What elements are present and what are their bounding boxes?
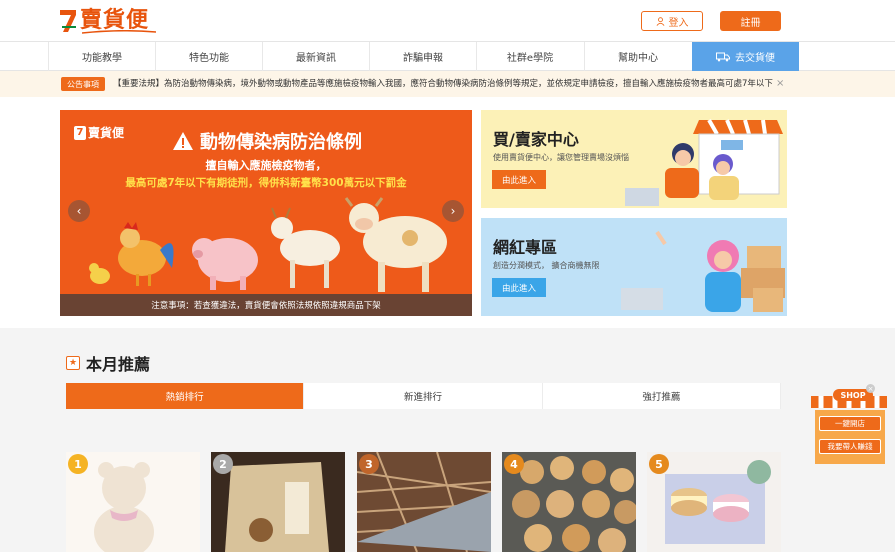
announcement-bar: 公告事項 【重要法規】為防治動物傳染病，境外動物或動物產品等應施檢疫物輸入我國，… [0,71,895,97]
nav-item-help-center[interactable]: 幫助中心 [584,42,691,71]
influencer-desc: 創造分潤模式， 擴合商機無限 [493,261,600,270]
seller-center-desc: 使用賣貨便中心，讓您管理賣場沒煩惱 [493,153,629,162]
recommend-tabs: 熱銷排行 新進排行 強打推薦 [66,383,781,409]
product-card[interactable]: 4 [502,452,636,552]
influencer-illustration [621,230,785,312]
nav-item-fraud-report[interactable]: 詐騙申報 [369,42,476,71]
referral-button[interactable]: 我要帶人賺錢 [819,439,881,454]
tab-hot-sales[interactable]: 熱銷排行 [66,383,305,409]
banner-prev-button[interactable]: ‹ [68,200,90,222]
product-card[interactable]: 5 [647,452,781,552]
truck-icon [716,52,730,61]
rank-badge: 1 [68,454,88,474]
login-button[interactable]: 登入 [641,11,703,31]
product-card[interactable]: 3 [357,452,491,552]
login-label: 登入 [668,17,689,29]
recommend-heading: ★ 本月推薦 [66,351,150,375]
rank-badge: 2 [213,454,233,474]
banner-title-text: 動物傳染病防治條例 [200,132,362,153]
seller-center-title: 買/賣家中心 [493,130,579,149]
product-card[interactable]: 1 [66,452,200,552]
influencer-title: 網紅專區 [493,238,558,257]
banner-logo: 7 賣貨便 [74,124,124,141]
seller-center-enter-button[interactable]: 由此進入 [492,170,546,189]
recommend-title: 本月推薦 [86,355,151,374]
banner-next-button[interactable]: › [442,200,464,222]
banner-logo-text: 賣貨便 [88,126,125,140]
nav-item-tutorial[interactable]: 功能教學 [48,42,155,71]
influencer-card[interactable]: 網紅專區 創造分潤模式， 擴合商機無限 由此進入 [481,218,787,316]
tab-new-arrivals[interactable]: 新進排行 [304,383,543,409]
banner-title: 動物傳染病防治條例 [172,128,362,154]
seven-eleven-logo-icon [60,10,76,32]
logo-swoosh-icon [82,30,156,34]
rank-badge: 5 [649,454,669,474]
warning-icon [173,132,193,150]
rank-badge: 4 [504,454,524,474]
announcement-text[interactable]: 【重要法規】為防治動物傳染病，境外動物或動物產品等應施檢疫物輸入我國，應符合動物… [113,77,773,91]
site-logo[interactable]: 賣貨便 [58,8,158,34]
seven-eleven-mini-icon: 7 [74,125,86,140]
site-header: 賣貨便 登入 註冊 [0,0,895,42]
hero-banner[interactable]: 7 賣貨便 動物傳染病防治條例 擅自輸入應施檢疫物者， 最高可處7年以下有期徒刑… [60,110,472,316]
open-shop-button[interactable]: 一鍵開店 [819,416,881,431]
shop-close-icon[interactable]: × [866,384,875,393]
register-button[interactable]: 註冊 [720,11,781,31]
seller-center-card[interactable]: 買/賣家中心 使用賣貨便中心，讓您管理賣場沒煩惱 由此進入 [481,110,787,208]
nav-item-features[interactable]: 特色功能 [155,42,262,71]
rank-badge: 3 [359,454,379,474]
influencer-enter-button[interactable]: 由此進入 [492,278,546,297]
nav-item-news[interactable]: 最新資訊 [262,42,369,71]
nav-item-academy[interactable]: 社群e學院 [476,42,583,71]
star-icon: ★ [66,356,80,370]
banner-note: 注意事項：若查獲違法，賣貨便會依照法規依照違規商品下架 [60,294,472,316]
tab-featured[interactable]: 強打推薦 [543,383,781,409]
user-icon [656,16,664,26]
ship-label: 去交貨便 [735,53,775,64]
ship-button[interactable]: 去交貨便 [692,42,799,71]
seller-shop-illustration [625,119,783,206]
announcement-close-icon[interactable]: × [776,77,784,91]
banner-penalty: 最高可處7年以下有期徒刑，得併科新臺幣300萬元以下罰金 [125,177,407,189]
product-card[interactable]: 2 [211,452,345,552]
main-nav: 功能教學 特色功能 最新資訊 詐騙申報 社群e學院 幫助中心 去交貨便 [0,42,895,71]
register-label: 註冊 [740,17,761,29]
banner-subtitle: 擅自輸入應施檢疫物者， [205,159,327,172]
floating-shop-widget: SHOP 一鍵開店 我要帶人賺錢 [809,386,889,466]
announcement-tag: 公告事項 [61,77,105,91]
